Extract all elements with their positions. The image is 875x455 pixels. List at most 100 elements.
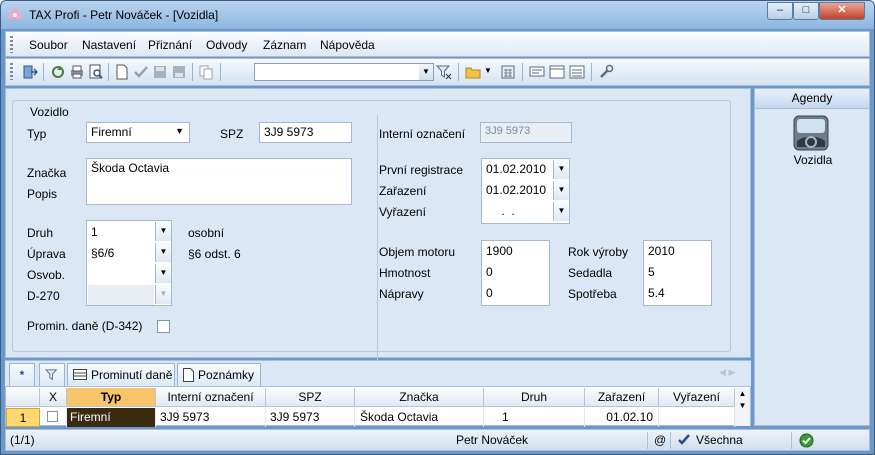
druh-chevron-down-icon[interactable]: ▼	[155, 222, 171, 241]
tab-prominuti-label: Prominutí daně	[91, 368, 173, 382]
osvob-label: Osvob.	[27, 268, 66, 282]
znacka-field[interactable]: Škoda Octavia	[86, 158, 352, 205]
cell-typ[interactable]: Firemní	[67, 408, 156, 427]
rok-field[interactable]: 2010	[646, 242, 710, 262]
grid-header-zarazeni[interactable]: Zařazení	[585, 388, 659, 407]
filter-icon[interactable]	[436, 64, 452, 80]
menu-napoveda[interactable]: Nápověda	[320, 38, 375, 52]
chevron-down-icon[interactable]: ▼	[419, 64, 433, 80]
chevron-down-icon[interactable]: ▼	[175, 126, 184, 136]
maximize-button[interactable]: □	[793, 2, 819, 20]
status-separator	[647, 432, 648, 449]
cell-druh[interactable]: 1	[484, 408, 585, 427]
toolbar-separator	[458, 63, 459, 81]
cell-vyrazeni[interactable]	[659, 408, 735, 427]
grid-scrollbar[interactable]: ▲ ▼	[735, 388, 750, 426]
toolbar-separator	[522, 63, 523, 81]
scroll-tabs-icon[interactable]: ◀ ▶	[719, 367, 735, 378]
menu-soubor[interactable]: Soubor	[29, 38, 68, 52]
cell-spz[interactable]: 3J9 5973	[266, 408, 355, 427]
grid-header-druh[interactable]: Druh	[484, 388, 585, 407]
sedadla-label: Sedadla	[568, 266, 613, 280]
exit-icon[interactable]	[22, 64, 38, 80]
folder-dropdown-icon[interactable]: ▼	[484, 66, 492, 75]
grid-header-typ[interactable]: Typ	[67, 388, 156, 407]
objem-field[interactable]: 1900	[484, 242, 548, 262]
zarazeni-field[interactable]: 01.02.2010	[484, 181, 552, 201]
window-title: TAX Profi - Petr Nováček - [Vozidla]	[29, 8, 219, 22]
tab-poznamky[interactable]: Poznámky	[177, 363, 261, 386]
new-record-icon[interactable]	[114, 64, 130, 80]
message-icon[interactable]	[529, 64, 545, 80]
menu-nastaveni[interactable]: Nastavení	[82, 38, 136, 52]
spotreba-field[interactable]: 5.4	[646, 284, 710, 304]
list-view-icon[interactable]	[569, 64, 585, 80]
save-icon[interactable]	[152, 64, 168, 80]
refresh-icon[interactable]	[50, 64, 66, 80]
zarazeni-chevron-down-icon[interactable]: ▼	[553, 181, 569, 200]
spz-field[interactable]: 3J9 5973	[259, 122, 352, 143]
uprava-field[interactable]: §6/6	[89, 244, 153, 264]
prvni-reg-field[interactable]: 01.02.2010	[484, 160, 552, 180]
popis-label: Popis	[27, 187, 58, 201]
search-combo[interactable]: ▼	[254, 63, 434, 81]
uprava-text: §6 odst. 6	[188, 247, 241, 261]
grid-header-znacka[interactable]: Značka	[355, 388, 484, 407]
objem-label: Objem motoru	[379, 245, 456, 259]
app-window: TAX Profi - Petr Nováček - [Vozidla] – □…	[0, 0, 875, 455]
row-number[interactable]: 1	[6, 408, 40, 427]
agenda-item-vozidla[interactable]: Vozidla	[773, 115, 853, 171]
hmotnost-label: Hmotnost	[379, 266, 431, 280]
confirm-icon[interactable]	[133, 64, 149, 80]
menu-grip	[10, 36, 13, 53]
menu-priznani[interactable]: Přiznání	[148, 38, 192, 52]
copy-icon[interactable]	[198, 64, 214, 80]
grid-header-vyrazeni[interactable]: Vyřazení	[659, 388, 735, 407]
typ-value: Firemní	[91, 125, 132, 139]
uprava-chevron-down-icon[interactable]: ▼	[155, 243, 171, 262]
napravy-field[interactable]: 0	[484, 284, 548, 304]
druh-field[interactable]: 1	[89, 223, 153, 243]
cell-zarazeni[interactable]: 01.02.10	[585, 408, 659, 427]
tab-prominuti[interactable]: Prominutí daně	[67, 363, 175, 386]
hmotnost-field[interactable]: 0	[484, 263, 548, 283]
checkmark-icon	[678, 434, 690, 445]
grid-header-spz[interactable]: SPZ	[266, 388, 355, 407]
row-checkbox[interactable]	[47, 411, 58, 422]
grid-header-interni[interactable]: Interní označení	[156, 388, 266, 407]
sedadla-field[interactable]: 5	[646, 263, 710, 283]
print-icon[interactable]	[69, 64, 85, 80]
title-bar: TAX Profi - Petr Nováček - [Vozidla] – □…	[1, 1, 874, 29]
osvob-field[interactable]	[89, 265, 153, 285]
agendy-panel: Agendy Vozidla	[754, 88, 870, 426]
tab-filter[interactable]	[39, 363, 65, 386]
specs-block: 2010 5 5.4	[643, 240, 712, 306]
typ-select[interactable]: Firemní ▼	[86, 122, 190, 143]
print-preview-icon[interactable]	[88, 64, 104, 80]
tab-new[interactable]: *	[9, 363, 35, 386]
zarazeni-label: Zařazení	[379, 184, 427, 198]
osvob-chevron-down-icon[interactable]: ▼	[155, 264, 171, 283]
folder-icon[interactable]	[465, 64, 481, 80]
status-filter[interactable]: Všechna	[696, 433, 743, 447]
minimize-button[interactable]: –	[767, 2, 793, 20]
close-button[interactable]: ✕	[819, 2, 865, 20]
cell-interni[interactable]: 3J9 5973	[156, 408, 266, 427]
cell-znacka[interactable]: Škoda Octavia	[355, 408, 484, 427]
vyrazeni-label: Vyřazení	[379, 205, 426, 219]
promin-checkbox[interactable]	[157, 320, 170, 333]
grid-header-x[interactable]: X	[40, 388, 67, 407]
vyrazeni-chevron-down-icon[interactable]: ▼	[553, 202, 569, 221]
status-user: Petr Nováček	[456, 433, 529, 447]
tools-icon[interactable]	[598, 64, 614, 80]
detail-tabbar: * Prominutí daně Poznámky ◀ ▶	[5, 360, 751, 386]
calculator-icon[interactable]	[500, 64, 516, 80]
prvni-reg-chevron-down-icon[interactable]: ▼	[553, 160, 569, 179]
uprava-label: Úprava	[27, 247, 66, 261]
vyrazeni-field[interactable]: . .	[484, 202, 552, 222]
form-view-icon[interactable]	[549, 64, 565, 80]
menu-bar: Soubor Nastavení Přiznání Odvody Záznam …	[5, 31, 870, 57]
menu-zaznam[interactable]: Záznam	[263, 38, 306, 52]
menu-odvody[interactable]: Odvody	[206, 38, 247, 52]
save-all-icon[interactable]	[171, 64, 187, 80]
